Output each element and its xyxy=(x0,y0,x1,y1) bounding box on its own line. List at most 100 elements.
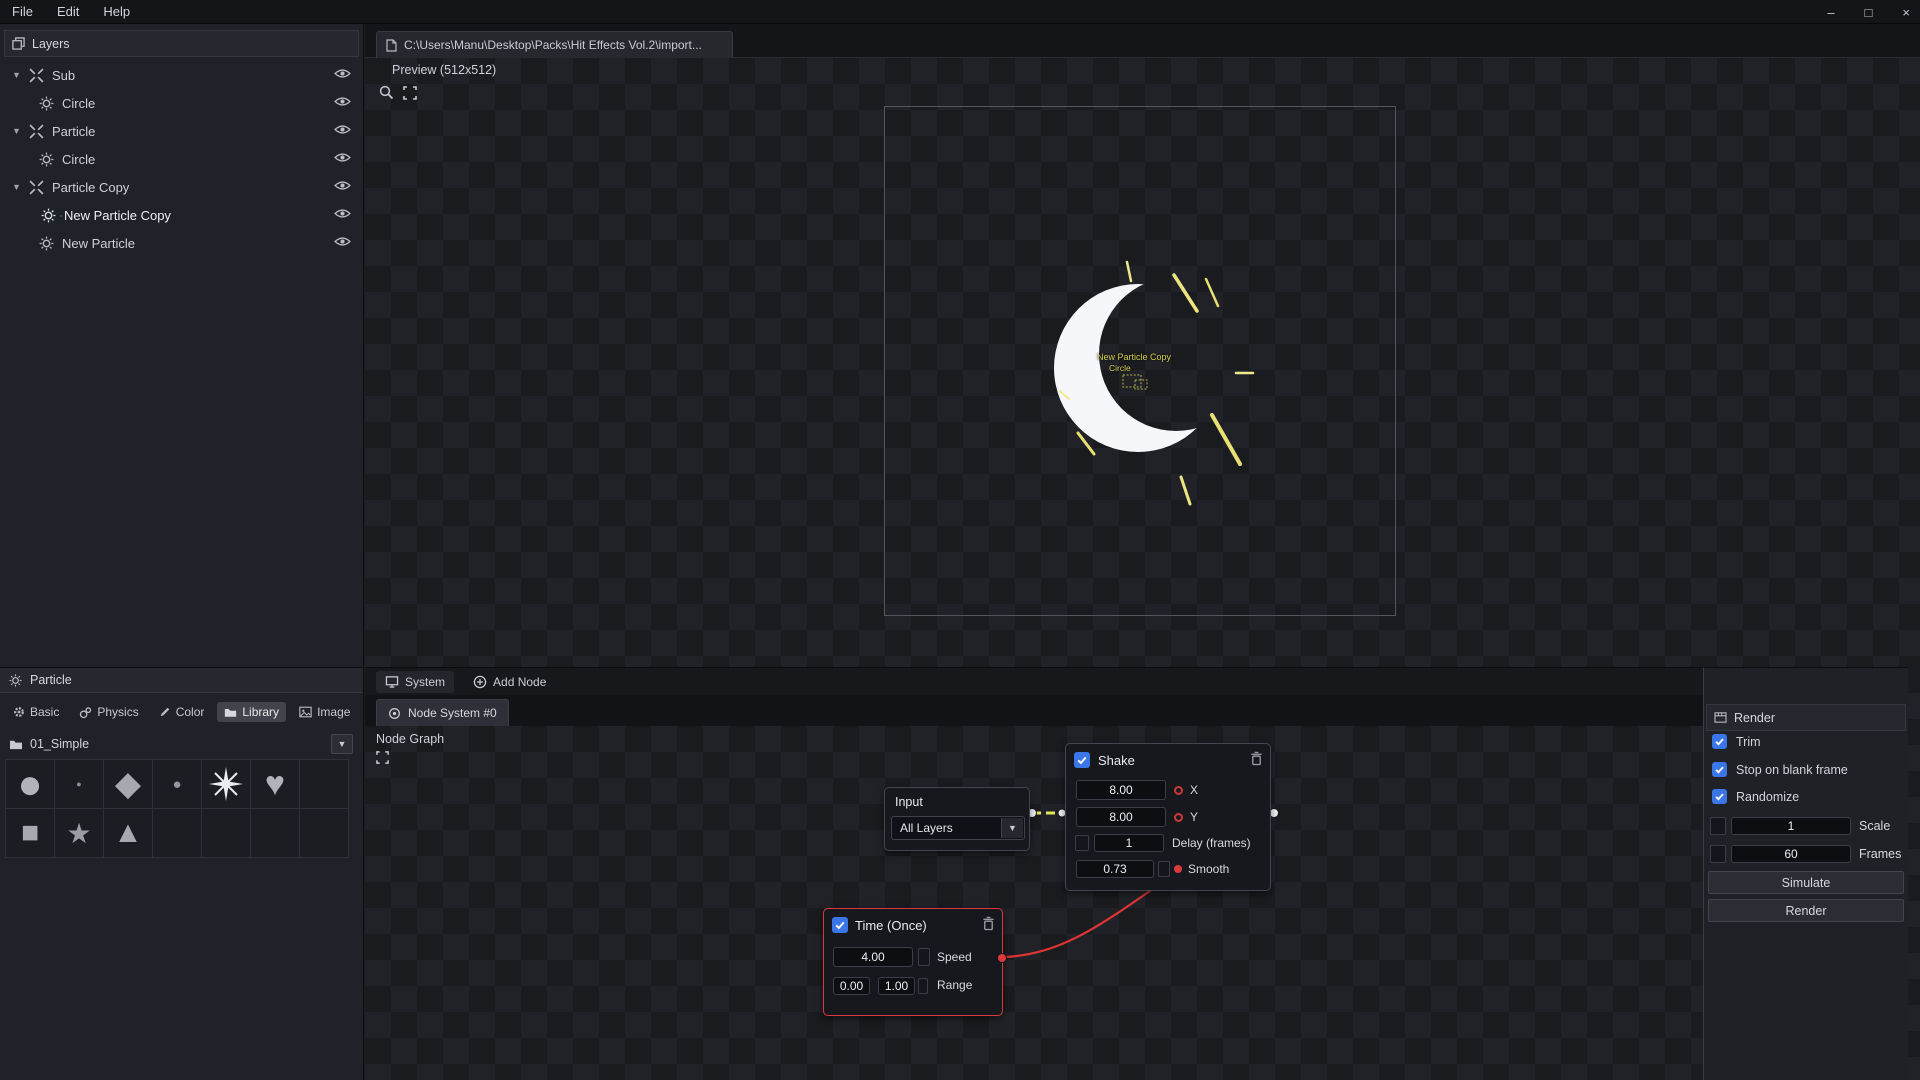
shape-empty[interactable] xyxy=(152,808,202,858)
shape-circle[interactable]: ● xyxy=(5,759,55,809)
menu-file[interactable]: File xyxy=(0,4,45,19)
frames-field[interactable]: 60 xyxy=(1731,845,1851,863)
shake-smooth-connector[interactable] xyxy=(1174,865,1182,873)
option-stop-on-blank[interactable]: Stop on blank frame xyxy=(1712,762,1848,777)
close-button[interactable]: × xyxy=(1902,5,1910,20)
eye-icon[interactable] xyxy=(334,180,351,191)
shape-burst[interactable] xyxy=(201,759,251,809)
layer-row-new-particle-copy[interactable]: New Particle Copy xyxy=(0,201,363,229)
frames-handle[interactable] xyxy=(1710,845,1726,863)
library-folder-row[interactable]: 01_Simple ▼ xyxy=(4,732,359,756)
add-icon xyxy=(473,675,487,689)
layer-row-circle2[interactable]: Circle xyxy=(0,145,363,173)
randomize-checkbox[interactable] xyxy=(1712,789,1727,804)
expand-triangle-icon[interactable]: ▼ xyxy=(12,182,28,192)
shake-smooth-handle[interactable] xyxy=(1158,861,1170,877)
shape-empty[interactable] xyxy=(250,808,300,858)
time-output-connector[interactable] xyxy=(997,953,1007,963)
shape-triangle[interactable]: ▲ xyxy=(103,808,153,858)
shape-small-dot[interactable]: ● xyxy=(54,759,104,809)
minimize-button[interactable]: – xyxy=(1827,5,1834,20)
node-shake[interactable]: Shake 8.00 X 8.00 Y 1 Delay (frames) 0.7… xyxy=(1065,743,1271,891)
time-range-min-field[interactable]: 0.00 xyxy=(833,977,870,995)
tab-color[interactable]: Color xyxy=(152,702,212,722)
option-trim[interactable]: Trim xyxy=(1712,734,1761,749)
eye-icon[interactable] xyxy=(334,208,351,219)
layer-row-sub[interactable]: ▼ Sub xyxy=(0,61,363,89)
eye-icon[interactable] xyxy=(334,236,351,247)
shake-y-connector[interactable] xyxy=(1174,813,1183,822)
check-icon xyxy=(834,919,846,931)
tab-library[interactable]: Library xyxy=(217,702,286,722)
time-range-min-value: 0.00 xyxy=(840,979,863,993)
zoom-icon[interactable] xyxy=(379,85,394,100)
node-time-once[interactable]: Time (Once) 4.00 Speed 0.00 1.00 Range xyxy=(823,908,1003,1016)
stop-on-blank-checkbox[interactable] xyxy=(1712,762,1727,777)
tab-basic[interactable]: Basic xyxy=(6,702,66,722)
time-speed-field[interactable]: 4.00 xyxy=(833,947,913,967)
shake-delay-value: 1 xyxy=(1126,836,1133,850)
dropdown-arrow-button[interactable]: ▼ xyxy=(1001,818,1023,838)
tab-add-node[interactable]: Add Node xyxy=(464,671,555,693)
tab-node-system-0[interactable]: Node System #0 xyxy=(376,699,509,726)
image-icon xyxy=(299,706,312,718)
time-enabled-checkbox[interactable] xyxy=(832,917,848,933)
option-randomize[interactable]: Randomize xyxy=(1712,789,1799,804)
layer-row-particle[interactable]: ▼ Particle xyxy=(0,117,363,145)
preview-canvas[interactable]: New Particle Copy Circle xyxy=(884,106,1396,616)
expand-triangle-icon[interactable]: ▼ xyxy=(12,70,28,80)
shape-diamond[interactable]: ◆ xyxy=(103,759,153,809)
layer-row-new-particle[interactable]: New Particle xyxy=(0,229,363,257)
layer-row-circle[interactable]: Circle xyxy=(0,89,363,117)
folder-icon xyxy=(224,706,237,718)
shape-heart[interactable]: ♥ xyxy=(250,759,300,809)
shake-enabled-checkbox[interactable] xyxy=(1074,752,1090,768)
shape-glyph: ▲ xyxy=(113,816,143,850)
shape-glyph: ■ xyxy=(21,816,39,850)
shape-dot[interactable]: ● xyxy=(152,759,202,809)
fit-view-icon[interactable] xyxy=(403,86,417,100)
trim-checkbox[interactable] xyxy=(1712,734,1727,749)
shape-empty[interactable] xyxy=(299,759,349,809)
shake-y-field[interactable]: 8.00 xyxy=(1076,807,1166,827)
menu-edit[interactable]: Edit xyxy=(45,4,91,19)
eye-icon[interactable] xyxy=(334,124,351,135)
shape-empty[interactable] xyxy=(201,808,251,858)
delete-node-icon[interactable] xyxy=(1250,751,1263,766)
node-system-tabbar: Node System #0 xyxy=(365,695,1703,726)
shake-smooth-field[interactable]: 0.73 xyxy=(1076,860,1154,878)
tab-image[interactable]: Image xyxy=(292,702,357,722)
particle-system-icon xyxy=(28,123,45,140)
menu-help[interactable]: Help xyxy=(91,4,142,19)
shake-delay-field[interactable]: 1 xyxy=(1094,834,1164,852)
shape-star[interactable]: ★ xyxy=(54,808,104,858)
node-input[interactable]: Input All Layers ▼ xyxy=(884,787,1030,851)
tab-system[interactable]: System xyxy=(376,671,454,693)
shape-square[interactable]: ■ xyxy=(5,808,55,858)
scale-field[interactable]: 1 xyxy=(1731,817,1851,835)
shape-glyph: ● xyxy=(172,776,181,793)
library-dropdown-button[interactable]: ▼ xyxy=(331,734,353,754)
simulate-button[interactable]: Simulate xyxy=(1708,871,1904,894)
maximize-button[interactable]: □ xyxy=(1865,5,1873,20)
tab-physics[interactable]: Physics xyxy=(72,702,145,722)
layer-row-particle-copy[interactable]: ▼ Particle Copy xyxy=(0,173,363,201)
eye-icon[interactable] xyxy=(334,152,351,163)
shake-x-connector[interactable] xyxy=(1174,786,1183,795)
input-layers-dropdown[interactable]: All Layers ▼ xyxy=(891,816,1025,840)
expand-triangle-icon[interactable]: ▼ xyxy=(12,126,28,136)
delete-node-icon[interactable] xyxy=(982,916,995,931)
time-range-handle[interactable] xyxy=(918,978,928,994)
scale-handle[interactable] xyxy=(1710,817,1726,835)
node-graph[interactable]: Node Graph Input All Layers ▼ Shake 8.00… xyxy=(365,726,1703,1080)
file-tab[interactable]: C:\Users\Manu\Desktop\Packs\Hit Effects … xyxy=(376,31,733,58)
check-icon xyxy=(1714,736,1725,747)
shake-delay-toggle[interactable] xyxy=(1075,835,1089,851)
shake-x-field[interactable]: 8.00 xyxy=(1076,780,1166,800)
eye-icon[interactable] xyxy=(334,68,351,79)
time-range-max-field[interactable]: 1.00 xyxy=(878,977,915,995)
render-button[interactable]: Render xyxy=(1708,899,1904,922)
time-speed-handle[interactable] xyxy=(918,948,930,966)
shape-empty[interactable] xyxy=(299,808,349,858)
eye-icon[interactable] xyxy=(334,96,351,107)
